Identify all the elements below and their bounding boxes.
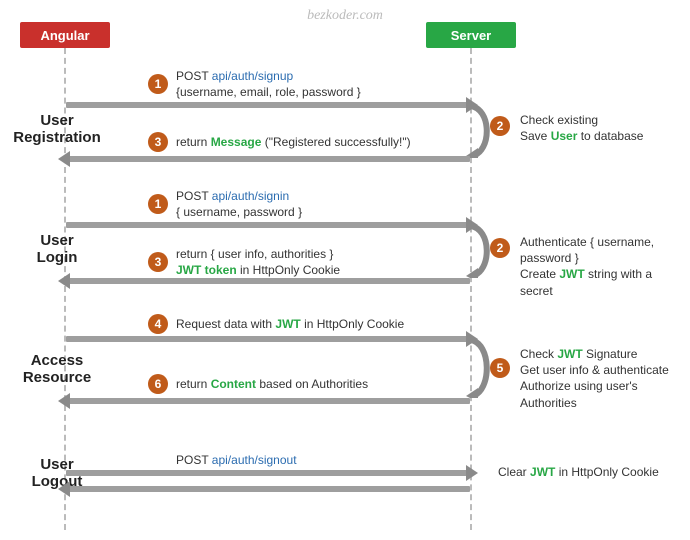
step-1-body: {username, email, role, password }: [176, 85, 361, 99]
step-6-l1: return { user info, authorities }: [176, 247, 333, 261]
step-5-l2b: JWT: [559, 267, 584, 281]
step-2-l2c: to database: [577, 129, 643, 143]
step-6-l2a: JWT token: [176, 263, 237, 277]
arrow-6-return: [66, 278, 470, 284]
arrow-11-return: [66, 486, 470, 492]
step-2-l2b: User: [551, 129, 578, 143]
step-badge-6: 6: [148, 374, 168, 394]
step-8-l1c: Signature: [583, 347, 638, 361]
step-badge-2: 2: [490, 116, 510, 136]
step-badge-login-1: 1: [148, 194, 168, 214]
step-9-a: return: [176, 377, 211, 391]
arrow-4-signin: [66, 222, 470, 228]
step-2-l2a: Save: [520, 129, 551, 143]
step-5-l2a: Create: [520, 267, 559, 281]
arrow-1-signup: [66, 102, 470, 108]
participant-angular: Angular: [20, 22, 110, 48]
participant-server: Server: [426, 22, 516, 48]
step-7-b: JWT: [275, 317, 300, 331]
step-5-l1: Authenticate { username, password }: [520, 235, 654, 265]
step-4-path: api/auth/signin: [212, 189, 289, 203]
step-10-path: api/auth/signout: [212, 453, 297, 467]
arrow-9-return: [66, 398, 470, 404]
step-2-msg: Check existing Save User to database: [520, 112, 682, 144]
step-9-msg: return Content based on Authorities: [176, 376, 465, 392]
section-access: AccessResource: [2, 352, 112, 387]
step-1-msg: POST api/auth/signup {username, email, r…: [176, 68, 465, 100]
arrow-3-return: [66, 156, 470, 162]
step-11-b: JWT: [530, 465, 555, 479]
step-badge-login-3: 3: [148, 252, 168, 272]
watermark: bezkoder.com: [307, 8, 383, 24]
step-4-body: { username, password }: [176, 205, 302, 219]
step-8-l2: Get user info & authenticate: [520, 363, 669, 377]
step-11-c: in HttpOnly Cookie: [555, 465, 658, 479]
step-11-msg: Clear JWT in HttpOnly Cookie: [498, 464, 682, 480]
section-registration: UserRegistration: [2, 112, 112, 147]
step-badge-4: 4: [148, 314, 168, 334]
step-1-path: api/auth/signup: [212, 69, 293, 83]
step-badge-1: 1: [148, 74, 168, 94]
step-badge-3: 3: [148, 132, 168, 152]
step-7-a: Request data with: [176, 317, 275, 331]
step-5-msg: Authenticate { username, password } Crea…: [520, 234, 682, 299]
step-8-l3: Authorize using user's Authorities: [520, 379, 638, 409]
step-9-b: Content: [211, 377, 256, 391]
arrow-7-request: [66, 336, 470, 342]
step-4-verb: POST: [176, 189, 212, 203]
section-login: UserLogin: [2, 232, 112, 267]
step-badge-5: 5: [490, 358, 510, 378]
step-badge-login-2: 2: [490, 238, 510, 258]
step-1-verb: POST: [176, 69, 212, 83]
step-7-msg: Request data with JWT in HttpOnly Cookie: [176, 316, 465, 332]
step-11-a: Clear: [498, 465, 530, 479]
step-7-c: in HttpOnly Cookie: [301, 317, 404, 331]
step-6-l2b: in HttpOnly Cookie: [237, 263, 340, 277]
arrow-10-signout: [66, 470, 470, 476]
step-9-c: based on Authorities: [256, 377, 368, 391]
step-8-msg: Check JWT Signature Get user info & auth…: [520, 346, 682, 411]
step-3-b: Message: [211, 135, 262, 149]
step-3-c: ("Registered successfully!"): [261, 135, 410, 149]
step-8-l1a: Check: [520, 347, 557, 361]
step-8-l1b: JWT: [557, 347, 582, 361]
step-10-msg: POST api/auth/signout: [176, 452, 465, 468]
step-3-msg: return Message ("Registered successfully…: [176, 134, 465, 150]
step-2-l1: Check existing: [520, 113, 598, 127]
step-4-msg: POST api/auth/signin { username, passwor…: [176, 188, 465, 220]
step-3-a: return: [176, 135, 211, 149]
step-10-verb: POST: [176, 453, 212, 467]
step-6-msg: return { user info, authorities } JWT to…: [176, 246, 465, 278]
